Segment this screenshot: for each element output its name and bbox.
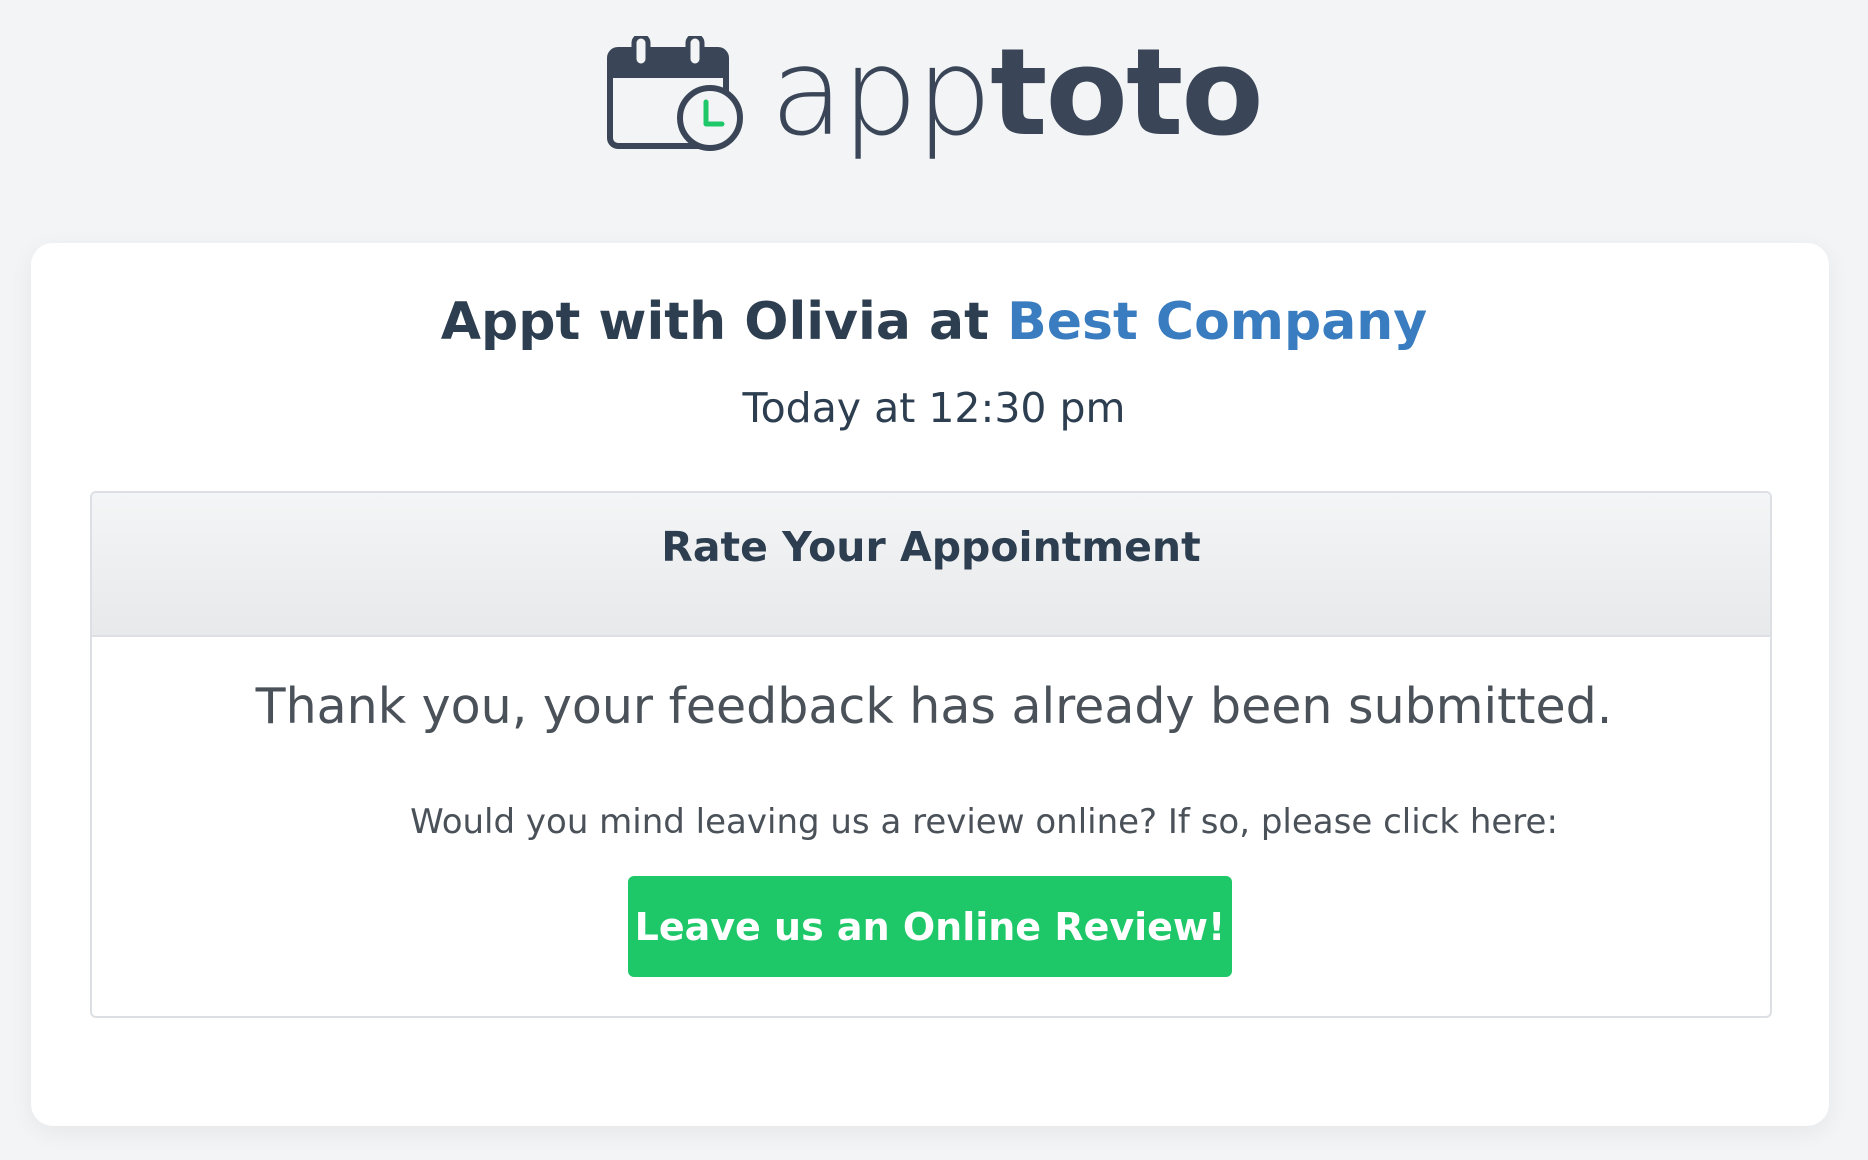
feedback-submitted-message: Thank you, your feedback has already bee…: [255, 678, 1613, 735]
online-review-button[interactable]: Leave us an Online Review!: [628, 876, 1232, 977]
appointment-time: Today at 12:30 pm: [742, 384, 1126, 432]
rating-panel-header: Rate Your Appointment: [92, 493, 1770, 637]
appointment-title-prefix: Appt with Olivia at: [440, 292, 989, 352]
review-prompt: Would you mind leaving us a review onlin…: [410, 802, 1558, 842]
company-name: Best Company: [1007, 292, 1428, 352]
apptoto-logo: apptoto: [0, 34, 1868, 166]
appointment-title: Appt with Olivia at Best Company: [0, 292, 1868, 352]
calendar-clock-icon: [607, 36, 744, 151]
logo-wordmark: apptoto: [770, 34, 1263, 154]
logo-text-bold: toto: [990, 24, 1264, 163]
logo-text-light: app: [770, 24, 992, 163]
logo-inner: apptoto: [606, 34, 1264, 166]
